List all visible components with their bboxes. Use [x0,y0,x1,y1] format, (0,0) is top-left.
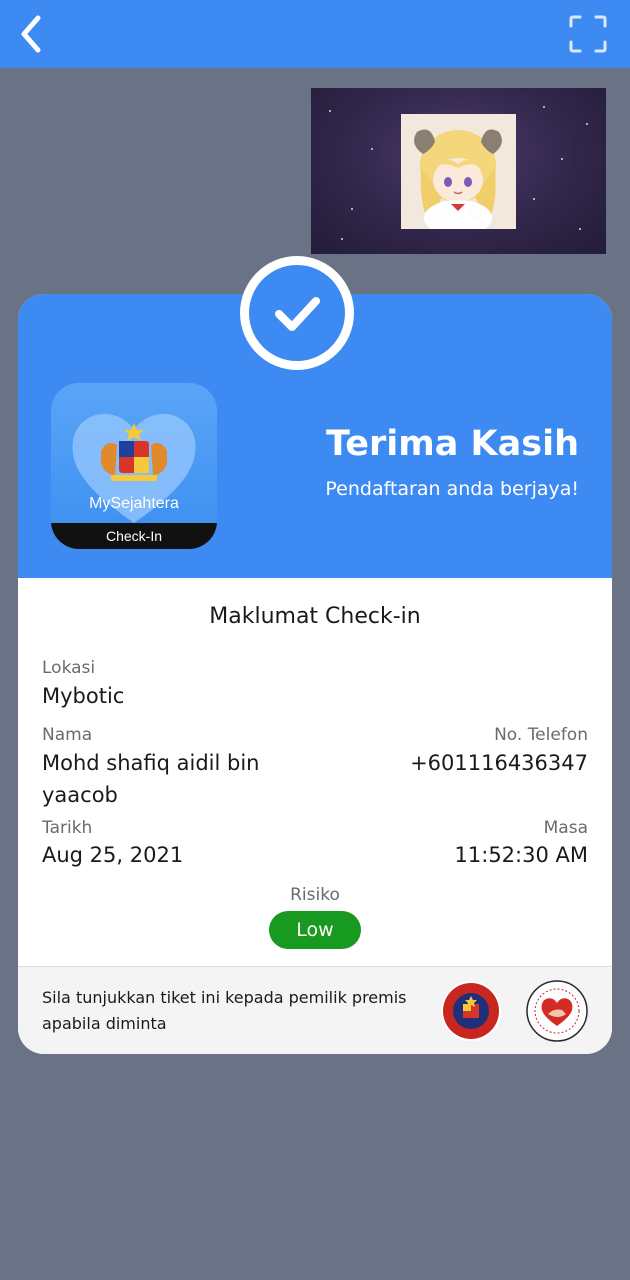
masa-label: Masa [543,818,588,838]
thanks-subtitle: Pendaftaran anda berjaya! [325,478,579,500]
masa-value: 11:52:30 AM [454,843,588,867]
telefon-value: +601116436347 [410,751,588,775]
risiko-label: Risiko [290,885,340,905]
tarikh-label: Tarikh [42,818,93,838]
card-footer: Sila tunjukkan tiket ini kepada pemilik … [18,966,612,1054]
kkm-malaysia-seal-icon [526,980,588,1042]
risk-status-badge: Low [269,911,361,949]
chevron-left-icon [21,15,41,53]
fullscreen-button[interactable] [568,14,608,54]
app-logo-band: Check-In [51,523,217,549]
fullscreen-scan-icon [569,15,607,53]
video-preview [311,88,606,254]
tarikh-value: Aug 25, 2021 [42,843,184,867]
back-button[interactable] [14,12,54,56]
checkin-card: MySejahtera Check-In Terima Kasih Pendaf… [18,294,612,1054]
anime-avatar-image [401,114,516,229]
lokasi-value: Mybotic [42,684,125,708]
nama-label: Nama [42,725,93,745]
footer-instruction: Sila tunjukkan tiket ini kepada pemilik … [42,988,407,1033]
section-title: Maklumat Check-in [209,604,421,629]
lokasi-label: Lokasi [42,658,96,678]
top-bar [0,0,630,68]
thanks-title: Terima Kasih [326,424,579,464]
app-logo-name: MySejahtera [89,495,179,512]
checkmark-icon [275,297,320,331]
success-badge [240,256,354,370]
nsc-malaysia-seal-icon [440,980,502,1042]
nama-value: Mohd shafiq aidil bin yaacob [42,751,260,807]
mysejahtera-app-logo: MySejahtera Check-In [51,383,217,549]
telefon-label: No. Telefon [494,725,588,745]
